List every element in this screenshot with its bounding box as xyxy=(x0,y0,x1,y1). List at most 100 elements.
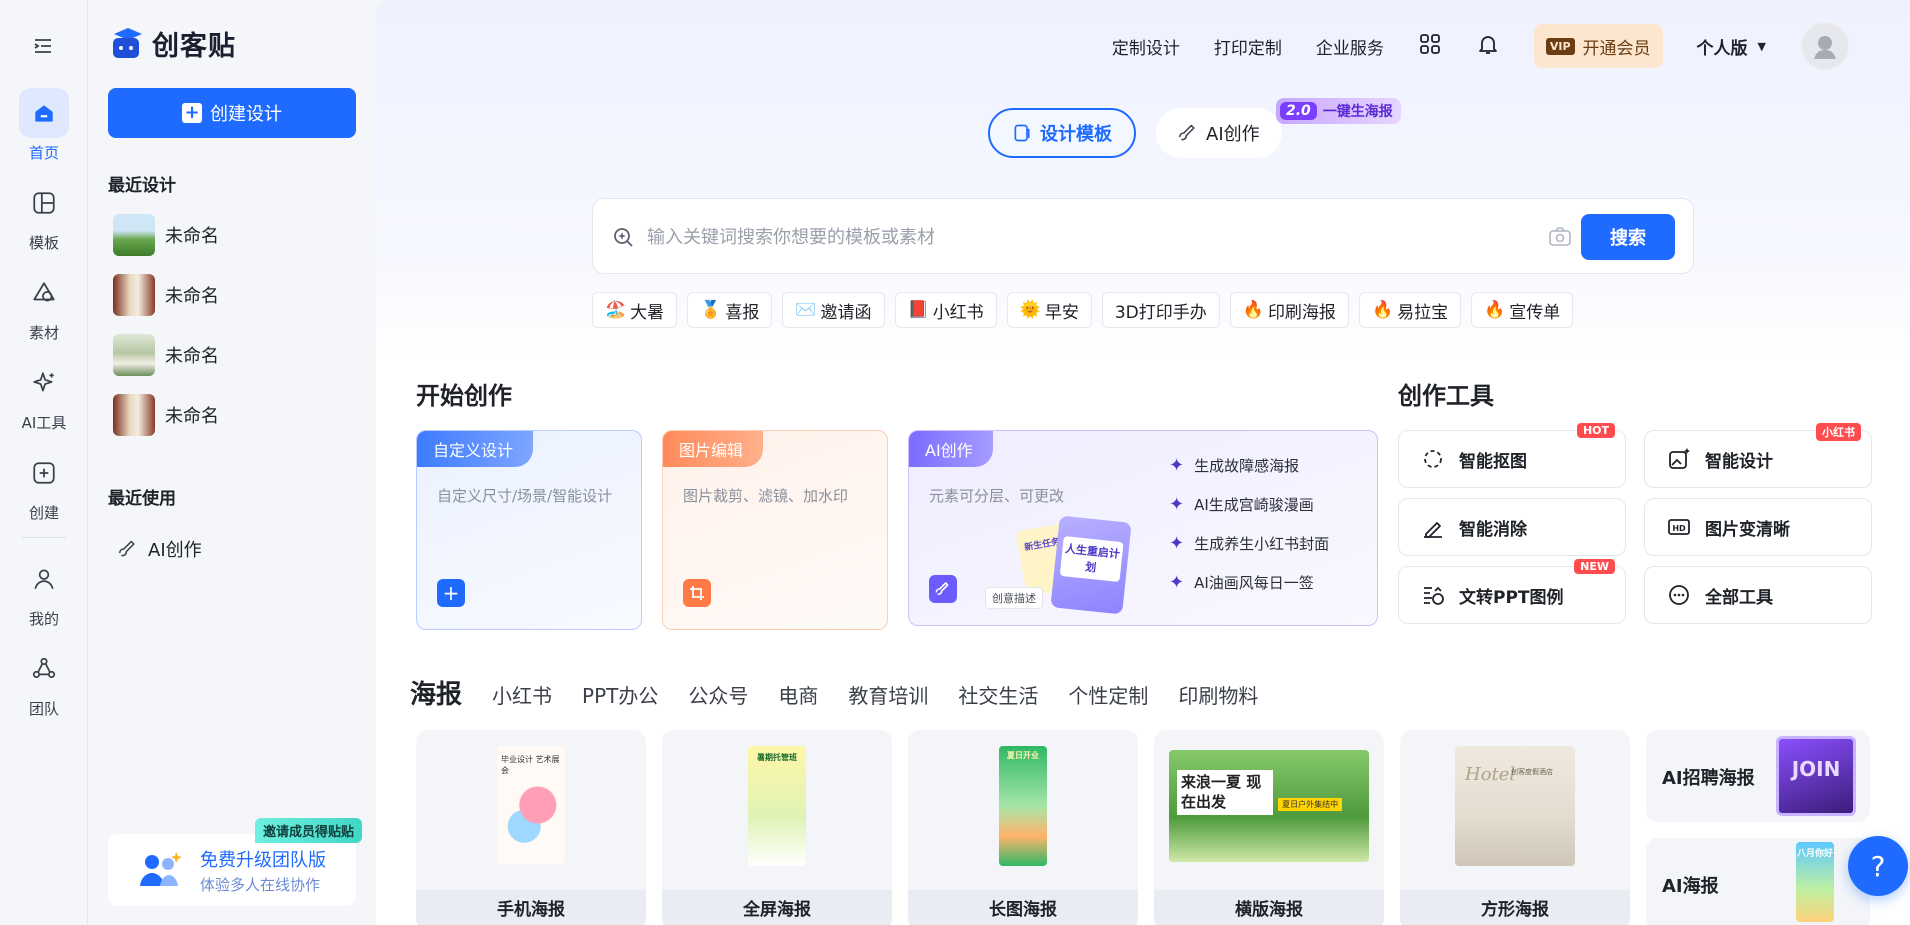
rail-label: 我的 xyxy=(28,610,59,628)
rail-item-templates[interactable]: 模板 xyxy=(0,178,88,253)
category-tabs: 海报 小红书 PPT办公 公众号 电商 教育培训 社交生活 个性定制 印刷物料 xyxy=(410,674,1258,711)
ai-prompt-item[interactable]: ✦ 生成养生小红书封面 xyxy=(1169,533,1329,554)
rail-item-home[interactable]: 首页 xyxy=(0,88,88,163)
template-preview: 来浪一夏 现在出发 夏日户外集结中 xyxy=(1169,750,1369,862)
prompt-input-chip: 创意描述 xyxy=(985,587,1043,609)
apps-grid-icon[interactable] xyxy=(1418,32,1442,61)
template-card-square-poster[interactable]: Hotel 创客度假酒店 方形海报 xyxy=(1400,730,1630,925)
custom-design-card[interactable]: 自定义设计 自定义尺寸/场景/智能设计 + xyxy=(416,430,642,630)
template-card-landscape-poster[interactable]: 来浪一夏 现在出发 夏日户外集结中 横版海报 xyxy=(1154,730,1384,925)
rail-item-mine[interactable]: 我的 xyxy=(0,554,88,629)
crop-icon[interactable] xyxy=(683,579,711,607)
ai-brush-icon[interactable] xyxy=(929,575,957,603)
recent-design-label: 未命名 xyxy=(165,286,219,307)
create-design-button[interactable]: + 创建设计 xyxy=(108,88,356,138)
template-preview: 八月你好 xyxy=(1796,842,1834,922)
template-card-ai-recruitment[interactable]: AI招聘海报 JOIN xyxy=(1646,730,1870,822)
collapse-menu-icon[interactable] xyxy=(31,34,55,58)
template-art-text: 毕业设计 艺术展会 xyxy=(501,755,560,775)
hot-tag[interactable]: 🌞 早安 xyxy=(1006,292,1092,328)
tab-personal-custom[interactable]: 个性定制 xyxy=(1068,680,1148,709)
hot-tag[interactable]: 3D打印手办 xyxy=(1101,292,1220,328)
ai-creation-card[interactable]: AI创作 元素可分层、可更改 新生任务 人生重启计划 创意描述 ✦ 生成故障感海报… xyxy=(908,430,1378,626)
ai-brush-icon xyxy=(1178,124,1195,141)
hot-tag[interactable]: 🔥 宣传单 xyxy=(1471,292,1574,328)
template-label: AI招聘海报 xyxy=(1662,768,1755,789)
hot-tag[interactable]: 📕 小红书 xyxy=(894,292,997,328)
ai-prompt-item[interactable]: ✦ 生成故障感海报 xyxy=(1169,455,1329,476)
camera-icon[interactable] xyxy=(1547,225,1573,253)
tab-design-templates[interactable]: 设计模板 xyxy=(988,108,1136,158)
tab-ai-creation[interactable]: AI创作 xyxy=(1156,108,1282,158)
hot-tag[interactable]: 🏅 喜报 xyxy=(687,292,773,328)
hot-tag[interactable]: 🔥 印刷海报 xyxy=(1229,292,1349,328)
personal-edition-dropdown[interactable]: 个人版 ▼ xyxy=(1697,34,1766,59)
design-thumbnail xyxy=(113,394,155,436)
image-edit-card[interactable]: 图片编辑 图片裁剪、滤镜、加水印 xyxy=(662,430,888,630)
rail-label: 创建 xyxy=(28,504,59,522)
template-art-sub: 夏日户外集结中 xyxy=(1278,798,1343,812)
tool-label: 智能消除 xyxy=(1459,519,1527,540)
vip-button[interactable]: VIP 开通会员 xyxy=(1533,24,1663,68)
caret-down-icon: ▼ xyxy=(1757,39,1766,53)
recent-design-item[interactable]: 未命名 xyxy=(113,334,219,376)
template-card-ai-poster[interactable]: AI海报 八月你好 xyxy=(1646,838,1870,925)
tab-poster[interactable]: 海报 xyxy=(410,674,462,711)
template-card-long-poster[interactable]: 夏日开业 长图海报 xyxy=(908,730,1138,925)
recent-design-item[interactable]: 未命名 xyxy=(113,214,219,256)
rail-item-materials[interactable]: 素材 xyxy=(0,268,88,343)
tab-official-account[interactable]: 公众号 xyxy=(688,680,748,709)
recent-design-item[interactable]: 未命名 xyxy=(113,394,219,436)
text-convert-icon xyxy=(1424,586,1444,605)
template-label: 全屏海报 xyxy=(662,890,892,925)
search-button[interactable]: 搜索 xyxy=(1581,214,1675,260)
logo[interactable]: 创客贴 xyxy=(108,24,236,63)
logo-icon xyxy=(113,27,142,58)
recent-designs-title: 最近设计 xyxy=(108,176,176,196)
tool-smart-erase[interactable]: 智能消除 xyxy=(1398,498,1626,556)
tab-ecommerce[interactable]: 电商 xyxy=(778,680,818,709)
ai-prompt-item[interactable]: ✦ AI油画风每日一签 xyxy=(1169,572,1329,593)
nav-link-custom-design[interactable]: 定制设计 xyxy=(1112,34,1180,59)
hot-tag-label: 喜报 xyxy=(725,302,760,323)
tool-all-tools[interactable]: 全部工具 xyxy=(1644,566,1872,624)
template-card-mobile-poster[interactable]: 毕业设计 艺术展会 手机海报 xyxy=(416,730,646,925)
tool-smart-design[interactable]: 智能设计 小红书 xyxy=(1644,423,1872,488)
recent-design-label: 未命名 xyxy=(165,406,219,427)
hot-tag[interactable]: 🔥 易拉宝 xyxy=(1358,292,1462,328)
help-button[interactable]: ? xyxy=(1848,836,1908,896)
invite-title: 免费升级团队版 xyxy=(200,850,326,871)
search-input[interactable] xyxy=(647,221,1507,253)
tab-ppt-office[interactable]: PPT办公 xyxy=(582,680,658,709)
tool-smart-cutout[interactable]: 智能抠图 HOT xyxy=(1398,423,1626,488)
nav-link-print-custom[interactable]: 打印定制 xyxy=(1214,34,1282,59)
hot-tag[interactable]: ✉️ 邀请函 xyxy=(782,292,885,328)
tool-label: 智能抠图 xyxy=(1459,451,1527,472)
user-icon xyxy=(19,554,69,604)
avatar[interactable] xyxy=(1800,21,1850,71)
ai-prompt-item[interactable]: ✦ AI生成宫崎骏漫画 xyxy=(1169,494,1329,515)
template-card-fullscreen-poster[interactable]: 暑期托管班 全屏海报 xyxy=(662,730,892,925)
nav-link-enterprise[interactable]: 企业服务 xyxy=(1316,34,1384,59)
template-art-text: 暑期托管班 xyxy=(757,753,797,762)
rail-item-team[interactable]: 团队 xyxy=(0,644,88,719)
rail-item-create[interactable]: 创建 xyxy=(0,448,88,523)
tab-social-life[interactable]: 社交生活 xyxy=(958,680,1038,709)
recent-design-item[interactable]: 未命名 xyxy=(113,274,219,316)
rail-item-ai-tools[interactable]: AI工具 xyxy=(0,358,88,433)
invite-team-card[interactable]: 邀请成员得贴贴 免费升级团队版 体验多人在线协作 xyxy=(108,818,362,906)
recent-used-item[interactable]: AI创作 xyxy=(118,536,202,562)
hot-tag-label: 印刷海报 xyxy=(1267,302,1336,323)
tab-xiaohongshu[interactable]: 小红书 xyxy=(492,680,552,709)
hot-tag[interactable]: 🏖️ 大暑 xyxy=(592,292,678,328)
ai-brush-icon xyxy=(118,540,135,557)
plus-icon[interactable]: + xyxy=(437,579,465,607)
tool-text-to-ppt[interactable]: 文转PPT图例 NEW xyxy=(1398,559,1626,624)
tool-image-enhance[interactable]: HD 图片变清晰 xyxy=(1644,498,1872,556)
more-icon xyxy=(1669,585,1689,605)
template-icon xyxy=(1014,124,1030,142)
poster-title: 人生重启计划 xyxy=(1059,536,1124,583)
tab-education[interactable]: 教育培训 xyxy=(848,680,928,709)
tab-print-materials[interactable]: 印刷物料 xyxy=(1178,680,1258,709)
bell-icon[interactable] xyxy=(1476,32,1500,61)
